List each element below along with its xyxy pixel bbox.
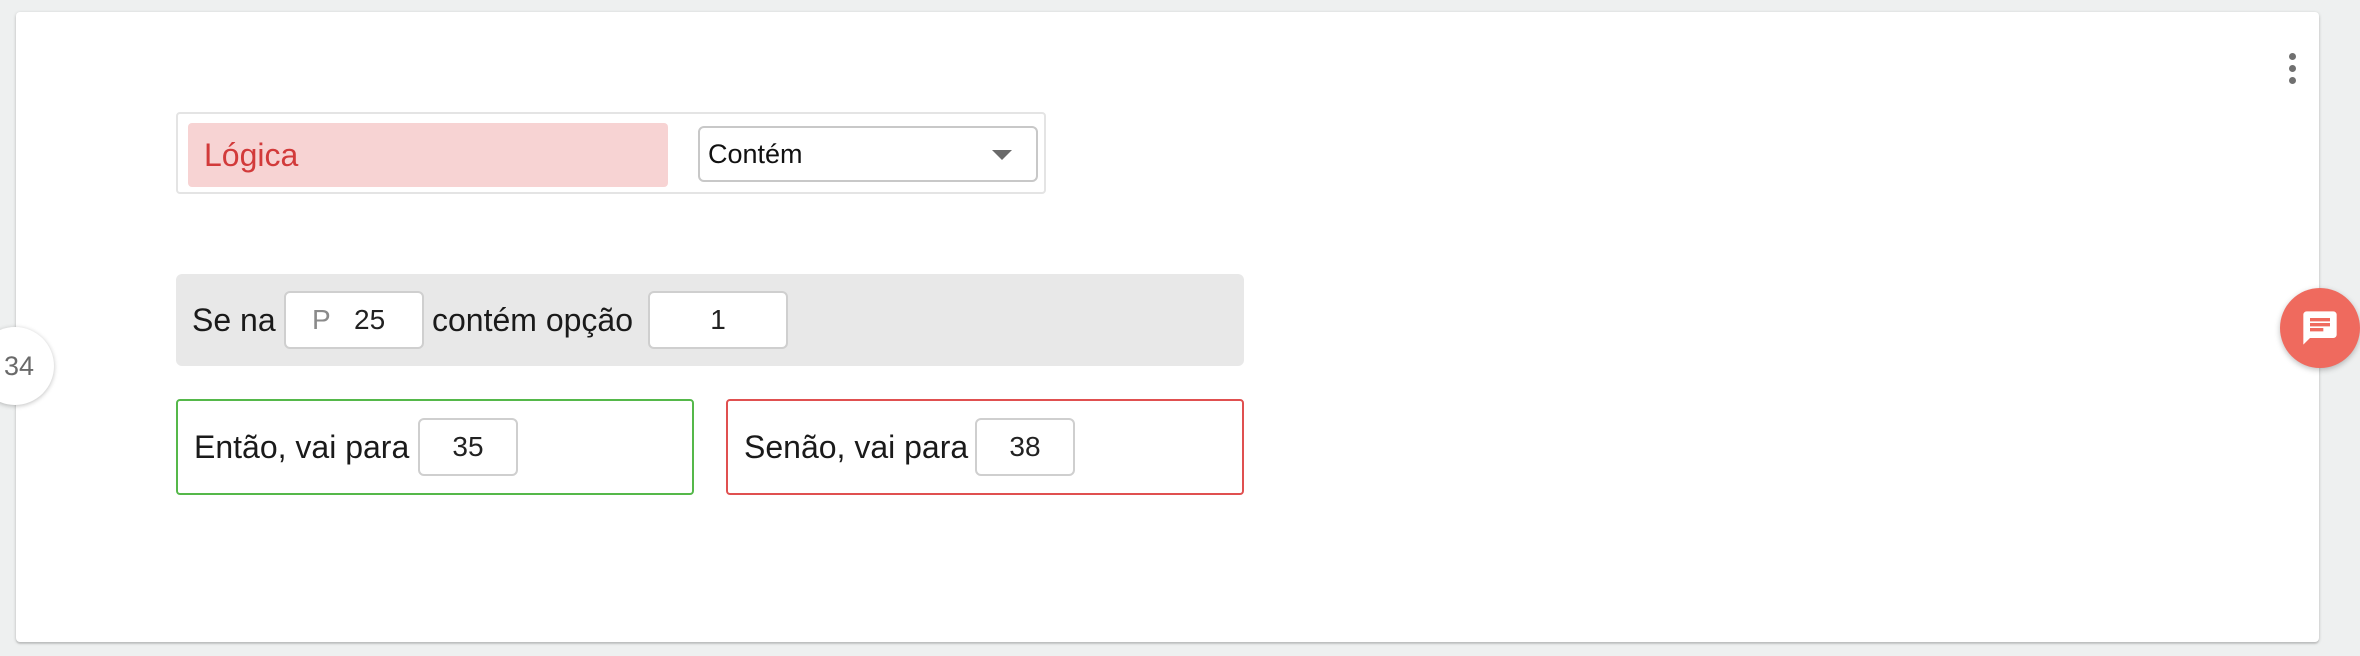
- operator-selected-value: Contém: [708, 139, 803, 169]
- question-number-value: 25: [354, 304, 386, 335]
- question-prefix: P: [312, 304, 331, 335]
- else-branch: Senão, vai para 38: [726, 399, 1244, 495]
- else-target-value: 38: [1009, 431, 1041, 462]
- condition-prefix-text: Se na: [192, 302, 276, 338]
- then-branch-text: Então, vai para: [194, 429, 410, 465]
- option-input[interactable]: 1: [648, 291, 788, 349]
- chat-icon: [2303, 311, 2337, 345]
- then-target-input[interactable]: 35: [418, 418, 518, 476]
- else-branch-text: Senão, vai para: [744, 429, 969, 465]
- condition-row: Se na P 25 contém opção 1: [176, 274, 1244, 366]
- option-value: 1: [710, 304, 726, 335]
- more-vertical-icon: [2288, 52, 2296, 60]
- condition-middle-text: contém opção: [432, 302, 634, 338]
- then-branch: Então, vai para 35: [176, 399, 694, 495]
- chevron-down-icon: [992, 150, 1012, 160]
- logic-label: Lógica: [188, 123, 668, 187]
- logic-header: Lógica Contém: [176, 112, 1046, 194]
- question-input[interactable]: P 25: [284, 291, 424, 349]
- operator-select[interactable]: Contém: [698, 126, 1038, 182]
- then-target-value: 35: [452, 431, 484, 462]
- else-target-input[interactable]: 38: [975, 418, 1075, 476]
- chat-button[interactable]: [2280, 288, 2360, 368]
- logic-card: Lógica Contém Se na P 25 contém opção 1 …: [16, 12, 2319, 642]
- more-options-button[interactable]: [2278, 48, 2306, 88]
